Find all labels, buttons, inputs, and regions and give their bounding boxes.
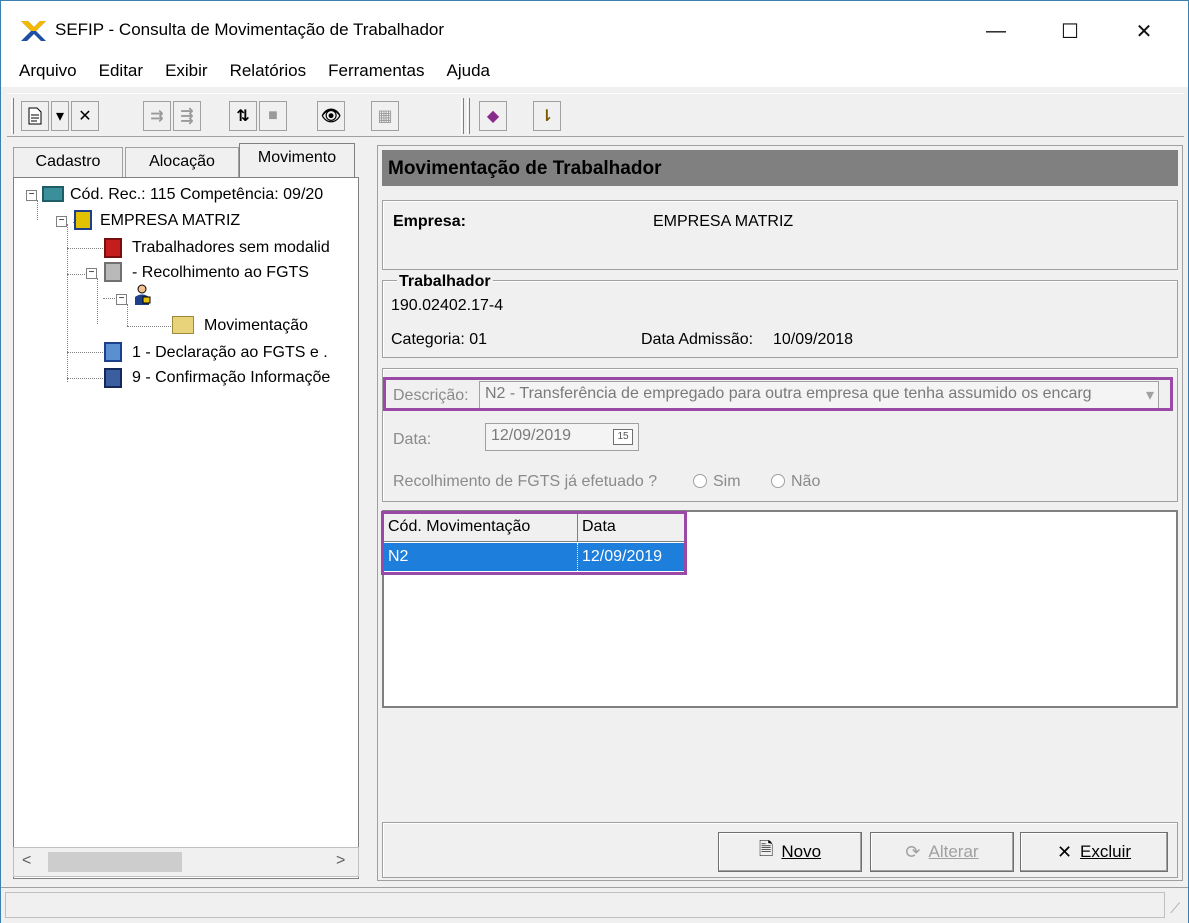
novo-label: Novo bbox=[781, 842, 822, 861]
radio-sim-label: Sim bbox=[713, 473, 741, 490]
stop-icon[interactable]: ■ bbox=[259, 101, 287, 131]
window-title: SEFIP - Consulta de Movimentação de Trab… bbox=[55, 20, 445, 39]
alterar-button[interactable]: ⟳ Alterar bbox=[870, 832, 1014, 872]
status-panel bbox=[5, 892, 1165, 918]
app-window: SEFIP - Consulta de Movimentação de Trab… bbox=[0, 0, 1189, 923]
data-admissao-value: 10/09/2018 bbox=[773, 331, 854, 348]
recolhimento-question: Recolhimento de FGTS já efetuado ? bbox=[393, 473, 658, 490]
calculator-icon[interactable]: ▦ bbox=[371, 101, 399, 131]
tab-movimento[interactable]: Movimento bbox=[239, 143, 355, 177]
trabalhador-label: Trabalhador bbox=[397, 273, 493, 291]
data-admissao-label: Data Admissão: bbox=[641, 331, 754, 348]
radio-circle-icon[interactable] bbox=[693, 474, 707, 488]
move-left-icon[interactable]: ⇉ bbox=[143, 101, 171, 131]
maximize-button[interactable]: ☐ bbox=[1047, 11, 1093, 51]
trabalhador-group: Trabalhador 190.02402.17-4 Categoria: 01… bbox=[382, 273, 1178, 358]
tab-alocacao[interactable]: Alocação bbox=[125, 147, 239, 177]
data-label: Data: bbox=[393, 431, 432, 448]
binoculars-icon[interactable]: 👁 bbox=[317, 101, 345, 131]
move-right-icon[interactable]: ⇶ bbox=[173, 101, 201, 131]
menu-relatorios[interactable]: Relatórios bbox=[230, 59, 307, 87]
tree-fgts-declaration-label[interactable]: 1 - Declaração ao FGTS e . bbox=[132, 344, 328, 362]
menu-ajuda[interactable]: Ajuda bbox=[447, 59, 490, 87]
title-bar: SEFIP - Consulta de Movimentação de Trab… bbox=[1, 1, 1188, 59]
calculator-icon bbox=[42, 186, 64, 202]
resize-grip-icon[interactable]: ⟋ bbox=[1170, 900, 1180, 917]
empresa-value: EMPRESA MATRIZ bbox=[653, 213, 794, 230]
excluir-button[interactable]: ✕ Excluir bbox=[1020, 832, 1168, 872]
alterar-label: Alterar bbox=[928, 842, 979, 861]
empresa-group: Empresa: EMPRESA MATRIZ bbox=[382, 200, 1178, 270]
radio-sim[interactable]: Sim bbox=[693, 473, 741, 491]
tree-movement-label[interactable]: Movimentação bbox=[204, 317, 308, 335]
menu-editar[interactable]: Editar bbox=[99, 59, 143, 87]
menu-exibir[interactable]: Exibir bbox=[165, 59, 208, 87]
collapse-root-icon[interactable]: − bbox=[26, 190, 37, 201]
status-bar: ⟋ bbox=[1, 887, 1188, 923]
close-button[interactable]: ✕ bbox=[1121, 11, 1167, 51]
trabalhador-pis: 190.02402.17-4 bbox=[391, 297, 504, 314]
tab-cadastro[interactable]: Cadastro bbox=[13, 147, 123, 177]
empresa-label: Empresa: bbox=[393, 213, 466, 230]
radio-nao-label: Não bbox=[791, 473, 821, 490]
radio-circle-icon[interactable] bbox=[771, 474, 785, 488]
workers-group-red-icon bbox=[104, 238, 122, 258]
document-icon[interactable] bbox=[21, 101, 49, 131]
data-value: 12/09/2019 bbox=[491, 427, 572, 444]
delete-x-icon[interactable]: ✕ bbox=[71, 101, 99, 131]
scroll-thumb[interactable] bbox=[48, 852, 182, 872]
building-icon bbox=[74, 210, 92, 230]
minimize-button[interactable]: — bbox=[973, 11, 1019, 51]
tree-no-modality-label[interactable]: Trabalhadores sem modalid bbox=[132, 239, 330, 257]
collapse-worker-icon[interactable]: − bbox=[116, 294, 127, 305]
categoria-text: Categoria: 01 bbox=[391, 331, 488, 348]
collapse-fgts-icon[interactable]: − bbox=[86, 268, 97, 279]
excluir-label: Excluir bbox=[1080, 842, 1132, 861]
worker-person-icon bbox=[132, 284, 152, 306]
descricao-highlight bbox=[383, 377, 1173, 411]
book-icon[interactable]: ◆ bbox=[479, 101, 507, 131]
tree-root-label[interactable]: Cód. Rec.: 115 Competência: 09/20 bbox=[70, 186, 323, 204]
exit-icon[interactable]: ⇂ bbox=[533, 101, 561, 131]
calendar-icon[interactable]: 15 bbox=[613, 429, 633, 445]
close-icon: ✕ bbox=[1056, 841, 1073, 862]
refresh-icon: ⟳ bbox=[905, 841, 921, 862]
radio-nao[interactable]: Não bbox=[771, 473, 820, 491]
grid-highlight bbox=[381, 511, 687, 575]
workers-group-gray-icon bbox=[104, 262, 122, 282]
dropdown-arrow-icon[interactable]: ▾ bbox=[51, 101, 69, 131]
new-document-icon: 🗎 bbox=[758, 839, 774, 859]
menu-arquivo[interactable]: Arquivo bbox=[19, 59, 77, 87]
novo-button[interactable]: 🗎 Novo bbox=[718, 832, 862, 872]
panel-title: Movimentação de Trabalhador bbox=[382, 150, 1178, 186]
data-date-input[interactable]: 12/09/2019 15 bbox=[485, 423, 639, 451]
menu-ferramentas[interactable]: Ferramentas bbox=[328, 59, 424, 87]
menu-bar: Arquivo Editar Exibir Relatórios Ferrame… bbox=[1, 59, 1188, 87]
scroll-left-icon[interactable]: < bbox=[22, 852, 31, 870]
tree-horizontal-scrollbar[interactable]: < > bbox=[13, 847, 359, 877]
workers-group-dark-icon bbox=[104, 368, 122, 388]
toolbar: ▾ ✕ ⇉ ⇶ ⇅ ■ 👁 ▦ ◆ ⇂ bbox=[7, 93, 1184, 137]
toolbar-grip bbox=[461, 98, 464, 134]
tree-view: − Cód. Rec.: 115 Competência: 09/20 − EM… bbox=[13, 177, 359, 879]
sort-icon[interactable]: ⇅ bbox=[229, 101, 257, 131]
toolbar-grip bbox=[11, 98, 14, 134]
scroll-right-icon[interactable]: > bbox=[336, 852, 345, 870]
collapse-company-icon[interactable]: − bbox=[56, 216, 67, 227]
workers-group-blue-icon bbox=[104, 342, 122, 362]
tree-company-label[interactable]: EMPRESA MATRIZ bbox=[100, 212, 240, 230]
movement-arrows-icon bbox=[172, 316, 194, 334]
tree-fgts-blank-label[interactable]: - Recolhimento ao FGTS bbox=[132, 264, 309, 282]
tree-confirmation-label[interactable]: 9 - Confirmação Informaçõe bbox=[132, 369, 330, 387]
toolbar-grip bbox=[467, 98, 470, 134]
sefip-logo-icon bbox=[21, 21, 46, 41]
